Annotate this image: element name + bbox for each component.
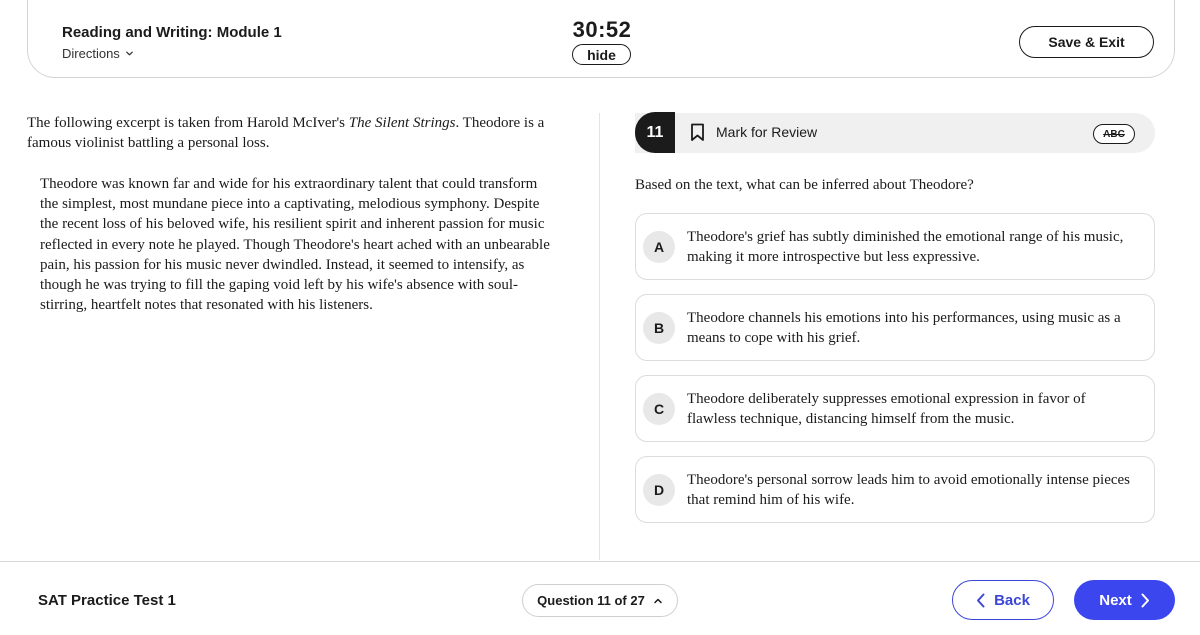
save-exit-button[interactable]: Save & Exit <box>1019 26 1154 58</box>
countdown-timer: 30:52 <box>572 17 632 42</box>
module-title: Reading and Writing: Module 1 <box>62 24 282 41</box>
choice-text-a: Theodore's grief has subtly diminished t… <box>687 229 1124 266</box>
bottom-bar: SAT Practice Test 1 Question 11 of 27 Ba… <box>0 561 1200 635</box>
question-navigator-label: Question 11 of 27 <box>537 593 645 608</box>
back-label: Back <box>994 591 1030 609</box>
next-button[interactable]: Next <box>1074 580 1175 620</box>
choice-text-d: Theodore's personal sorrow leads him to … <box>687 472 1131 509</box>
choice-text-c: Theodore deliberately suppresses emotion… <box>687 391 1086 428</box>
next-label: Next <box>1099 591 1132 609</box>
chevron-left-icon <box>977 593 985 607</box>
chevron-up-icon <box>654 598 662 603</box>
question-prompt: Based on the text, what can be inferred … <box>635 177 974 193</box>
choice-letter-b: B <box>643 312 675 344</box>
chevron-right-icon <box>1141 593 1149 607</box>
hide-timer-button[interactable]: hide <box>572 44 631 65</box>
mark-for-review-label[interactable]: Mark for Review <box>716 124 817 140</box>
choice-letter-c: C <box>643 393 675 425</box>
book-title: The Silent Strings <box>348 115 456 131</box>
question-number-badge: 11 <box>635 112 675 153</box>
pane-divider[interactable] <box>599 113 600 560</box>
bookmark-icon[interactable] <box>690 123 705 142</box>
answer-choice-c[interactable]: C Theodore deliberately suppresses emoti… <box>635 375 1155 442</box>
directions-label: Directions <box>62 46 120 61</box>
intro-text-before: The following excerpt is taken from Haro… <box>27 115 349 131</box>
choice-text-b: Theodore channels his emotions into his … <box>687 310 1121 347</box>
test-name: SAT Practice Test 1 <box>38 592 176 609</box>
choice-letter-d: D <box>643 474 675 506</box>
directions-toggle[interactable]: Directions <box>62 46 134 61</box>
chevron-down-icon <box>125 51 133 56</box>
answer-choice-b[interactable]: B Theodore channels his emotions into hi… <box>635 294 1155 361</box>
passage-intro: The following excerpt is taken from Haro… <box>27 113 552 153</box>
back-button[interactable]: Back <box>952 580 1054 620</box>
passage-text: Theodore was known far and wide for his … <box>40 176 550 314</box>
answer-choice-a[interactable]: A Theodore's grief has subtly diminished… <box>635 213 1155 280</box>
choice-letter-a: A <box>643 231 675 263</box>
answer-choice-d[interactable]: D Theodore's personal sorrow leads him t… <box>635 456 1155 523</box>
question-header-bar <box>635 113 1155 153</box>
question-navigator-button[interactable]: Question 11 of 27 <box>522 584 678 617</box>
top-bar: Reading and Writing: Module 1 Directions… <box>27 0 1175 78</box>
abc-strikethrough-icon[interactable]: ABC <box>1093 124 1135 144</box>
